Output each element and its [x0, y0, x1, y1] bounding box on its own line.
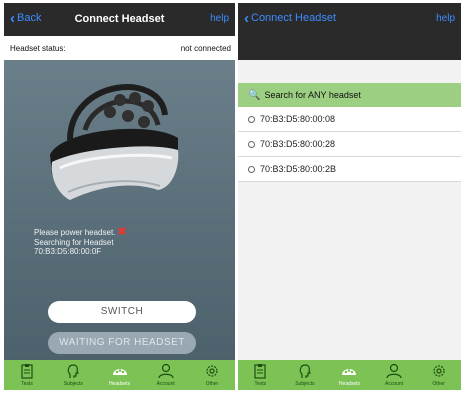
help-link[interactable]: help [210, 13, 229, 24]
connection-message: Please power headset. ✖ Searching for Hea… [34, 226, 127, 257]
tab-headsets[interactable]: Headsets [327, 360, 372, 390]
tab-other[interactable]: Other [416, 360, 461, 390]
status-value: not connected [180, 44, 231, 53]
gear-icon [206, 365, 218, 377]
tab-other[interactable]: Other [189, 360, 235, 390]
tab-label: Headsets [108, 381, 131, 387]
nav-bar: ‹ Connect Headset help [238, 3, 461, 36]
target-address: 70:B3:D5:80:00:0F [34, 247, 102, 256]
tab-bar: Tests Subjects Headsets Account Other [4, 360, 235, 390]
tab-label: Account [156, 381, 175, 387]
device-address: 70:B3:D5:80:00:08 [260, 114, 336, 124]
headset-status-row: Headset status: not connected [4, 36, 235, 60]
tab-bar: Tests Subjects Headsets Account Other [238, 360, 461, 390]
list-item[interactable]: 70:B3:D5:80:00:2B [238, 157, 461, 182]
list-item[interactable]: 70:B3:D5:80:00:08 [238, 107, 461, 132]
search-icon: 🔍 [248, 89, 261, 101]
list-item[interactable]: 70:B3:D5:80:00:28 [238, 132, 461, 157]
left-screen: ‹ Back Connect Headset help Headset stat… [4, 3, 235, 390]
search-label: Search for ANY headset [264, 90, 361, 100]
tab-headsets[interactable]: Headsets [96, 360, 142, 390]
headset-list: 🔍 Search for ANY headset 70:B3:D5:80:00:… [238, 60, 461, 360]
tab-label: Other [432, 381, 445, 387]
gear-icon [433, 365, 445, 377]
tab-tests[interactable]: Tests [4, 360, 50, 390]
radio-button[interactable] [248, 140, 255, 148]
switch-button[interactable]: SWITCH [48, 301, 196, 323]
headset-icon [342, 369, 357, 375]
page-title: Connect Headset [74, 13, 165, 25]
list-spacer [238, 60, 461, 83]
headset-stage: Please power headset. ✖ Searching for Hea… [4, 60, 235, 361]
tab-tests[interactable]: Tests [238, 360, 283, 390]
tab-label: Other [205, 381, 219, 387]
back-button[interactable]: ‹ Connect Headset [244, 9, 336, 27]
tab-label: Headsets [338, 381, 361, 387]
tab-label: Account [385, 381, 404, 387]
tab-subjects[interactable]: Subjects [50, 360, 96, 390]
tab-subjects[interactable]: Subjects [283, 360, 328, 390]
nav-title: Connect Headset [251, 12, 336, 24]
error-x-icon: ✖ [117, 226, 127, 238]
searching-message: Searching for Headset [34, 237, 114, 247]
nav-extension [238, 36, 461, 60]
power-message: Please power headset. [34, 228, 116, 237]
radio-button[interactable] [248, 115, 255, 123]
waiting-for-headset-button: WAITING FOR HEADSET [48, 332, 196, 354]
tab-account[interactable]: Account [143, 360, 189, 390]
device-address: 70:B3:D5:80:00:28 [260, 139, 336, 149]
clipboard-icon [254, 364, 266, 379]
tab-label: Tests [254, 381, 267, 387]
right-screen: ‹ Connect Headset help 🔍 Search for ANY … [238, 3, 461, 390]
radio-button[interactable] [248, 165, 255, 173]
headset-illustration [50, 84, 179, 200]
tab-account[interactable]: Account [372, 360, 417, 390]
user-icon [386, 363, 402, 379]
tab-label: Subjects [63, 381, 83, 387]
tab-label: Subjects [295, 381, 315, 387]
status-label: Headset status: [10, 44, 66, 53]
nav-bar: ‹ Back Connect Headset help [4, 3, 235, 36]
head-profile-icon [299, 364, 311, 378]
head-profile-icon [68, 364, 80, 378]
headset-icon [112, 369, 127, 375]
clipboard-icon [21, 364, 33, 379]
help-link[interactable]: help [436, 13, 455, 24]
user-icon [158, 363, 174, 379]
search-any-headset-row[interactable]: 🔍 Search for ANY headset [238, 83, 461, 107]
chevron-left-icon: ‹ [244, 9, 249, 27]
tab-label: Tests [21, 381, 33, 387]
device-address: 70:B3:D5:80:00:2B [260, 164, 337, 174]
